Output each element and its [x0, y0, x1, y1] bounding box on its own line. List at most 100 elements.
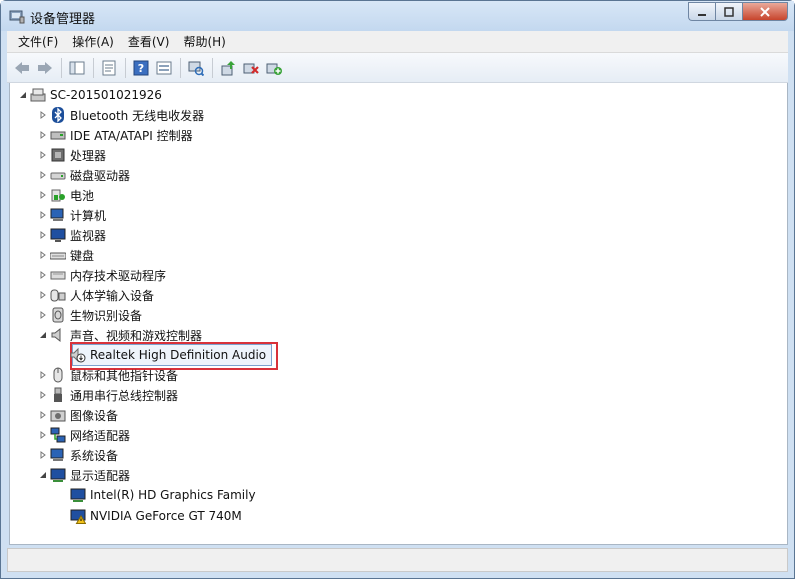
menu-view[interactable]: 查看(V) [121, 31, 177, 52]
enable-device-icon [266, 63, 282, 75]
tree-item-memory-tech[interactable]: 内存技术驱动程序 [38, 265, 166, 285]
expand-arrow-icon[interactable] [38, 230, 48, 240]
tree-item-keyboard[interactable]: 键盘 [38, 245, 94, 265]
bluetooth-icon [50, 107, 66, 123]
expand-arrow-icon[interactable] [38, 290, 48, 300]
scan-hardware-button[interactable] [185, 57, 207, 79]
tree-item-label: Bluetooth 无线电收发器 [70, 108, 205, 123]
minimize-button[interactable] [688, 2, 715, 21]
tree-item-usb[interactable]: 通用串行总线控制器 [38, 385, 178, 405]
maximize-button[interactable] [715, 2, 742, 21]
tree-item-processor[interactable]: 处理器 [38, 145, 106, 165]
tree-item-nvidia-graphics[interactable]: NVIDIA GeForce GT 740M [68, 506, 242, 526]
view-button[interactable] [153, 57, 175, 79]
expand-arrow-icon[interactable] [38, 430, 48, 440]
network-adapter-icon [50, 427, 66, 443]
menu-help[interactable]: 帮助(H) [176, 31, 232, 52]
expand-arrow-icon[interactable] [38, 370, 48, 380]
tree-item-label: 处理器 [70, 148, 107, 163]
enable-device-button[interactable] [263, 57, 285, 79]
tree-item-label: 显示适配器 [70, 468, 131, 483]
system-device-icon [50, 447, 66, 463]
minimize-icon [698, 13, 706, 16]
help-button[interactable]: ? [130, 57, 152, 79]
status-bar [7, 548, 788, 572]
camera-icon [50, 407, 66, 423]
fingerprint-icon [50, 307, 66, 323]
tree-item-label: 内存技术驱动程序 [70, 268, 167, 283]
expand-arrow-icon[interactable] [38, 310, 48, 320]
tree-item-label: 声音、视频和游戏控制器 [70, 328, 203, 343]
properties-button[interactable] [98, 57, 120, 79]
expand-arrow-icon[interactable] [38, 170, 48, 180]
tree-item-label: 磁盘驱动器 [70, 168, 131, 183]
toolbar-separator [212, 57, 213, 78]
memory-driver-icon [50, 267, 66, 283]
forward-button[interactable] [34, 57, 56, 79]
tree-item-ide[interactable]: IDE ATA/ATAPI 控制器 [38, 125, 193, 145]
tree-item-label: 通用串行总线控制器 [70, 388, 179, 403]
tree-item-imaging[interactable]: 图像设备 [38, 405, 118, 425]
update-driver-button[interactable] [217, 57, 239, 79]
uninstall-button[interactable] [240, 57, 262, 79]
tree-item-label: 鼠标和其他指针设备 [70, 368, 179, 383]
collapse-arrow-icon[interactable] [38, 330, 48, 340]
menu-file[interactable]: 文件(F) [11, 31, 65, 52]
title-bar[interactable]: 设备管理器 [1, 1, 794, 31]
tree-item-label: Realtek High Definition Audio [90, 348, 267, 362]
tree-item-bluetooth[interactable]: Bluetooth 无线电收发器 [38, 105, 204, 125]
tree-item-disk[interactable]: 磁盘驱动器 [38, 165, 130, 185]
tree-item-system[interactable]: 系统设备 [38, 445, 118, 465]
close-button[interactable] [742, 2, 788, 21]
expand-arrow-icon[interactable] [38, 130, 48, 140]
tree-root[interactable]: SC-201501021926 [18, 85, 162, 105]
tree-item-computer[interactable]: 计算机 [38, 205, 106, 225]
expand-arrow-icon[interactable] [38, 390, 48, 400]
expand-arrow-icon[interactable] [38, 110, 48, 120]
tree-item-hid[interactable]: 人体学输入设备 [38, 285, 154, 305]
disk-drive-icon [50, 167, 66, 183]
display-adapter-icon [50, 467, 66, 483]
toolbar-separator [125, 57, 126, 78]
battery-icon [50, 187, 66, 203]
expand-arrow-icon[interactable] [38, 410, 48, 420]
root-label: SC-201501021926 [50, 88, 162, 102]
back-button[interactable] [11, 57, 33, 79]
expand-arrow-icon[interactable] [38, 190, 48, 200]
tree-item-realtek-audio[interactable]: Realtek High Definition Audio [68, 345, 266, 365]
monitor-icon [50, 227, 66, 243]
menu-action[interactable]: 操作(A) [65, 31, 121, 52]
tree-item-label: 计算机 [70, 208, 107, 223]
tree-item-intel-graphics[interactable]: Intel(R) HD Graphics Family [68, 485, 256, 505]
maximize-icon [724, 6, 734, 17]
tree-item-battery[interactable]: 电池 [38, 185, 94, 205]
tree-item-biometric[interactable]: 生物识别设备 [38, 305, 142, 325]
expand-arrow-icon[interactable] [38, 450, 48, 460]
device-tree[interactable]: SC-201501021926 Bluetooth 无线电收发器 IDE ATA… [9, 83, 788, 545]
tree-item-network[interactable]: 网络适配器 [38, 425, 130, 445]
collapse-arrow-icon[interactable] [38, 470, 48, 480]
mouse-icon [50, 367, 66, 383]
computer-icon [50, 207, 66, 223]
expand-arrow-icon[interactable] [38, 210, 48, 220]
device-manager-window: 设备管理器 文件(F) 操作(A) 查看(V) 帮助(H) ? SC-20150… [0, 0, 795, 579]
collapse-arrow-icon[interactable] [18, 90, 28, 100]
tree-item-monitor[interactable]: 监视器 [38, 225, 106, 245]
toolbar-separator [180, 57, 181, 78]
properties-icon [102, 60, 116, 75]
forward-icon [38, 61, 52, 74]
ide-controller-icon [50, 127, 66, 143]
device-manager-icon [9, 10, 25, 24]
console-tree-button[interactable] [66, 57, 88, 79]
tree-item-display[interactable]: 显示适配器 [38, 465, 130, 485]
expand-arrow-icon[interactable] [38, 150, 48, 160]
tree-item-mouse[interactable]: 鼠标和其他指针设备 [38, 365, 178, 385]
tree-item-label: 系统设备 [70, 448, 119, 463]
expand-arrow-icon[interactable] [38, 250, 48, 260]
tree-item-sound[interactable]: 声音、视频和游戏控制器 [38, 325, 202, 345]
display-adapter-icon [70, 487, 86, 503]
caption-buttons [688, 2, 788, 22]
audio-device-disabled-icon [70, 347, 86, 363]
svg-text:?: ? [138, 62, 144, 75]
expand-arrow-icon[interactable] [38, 270, 48, 280]
